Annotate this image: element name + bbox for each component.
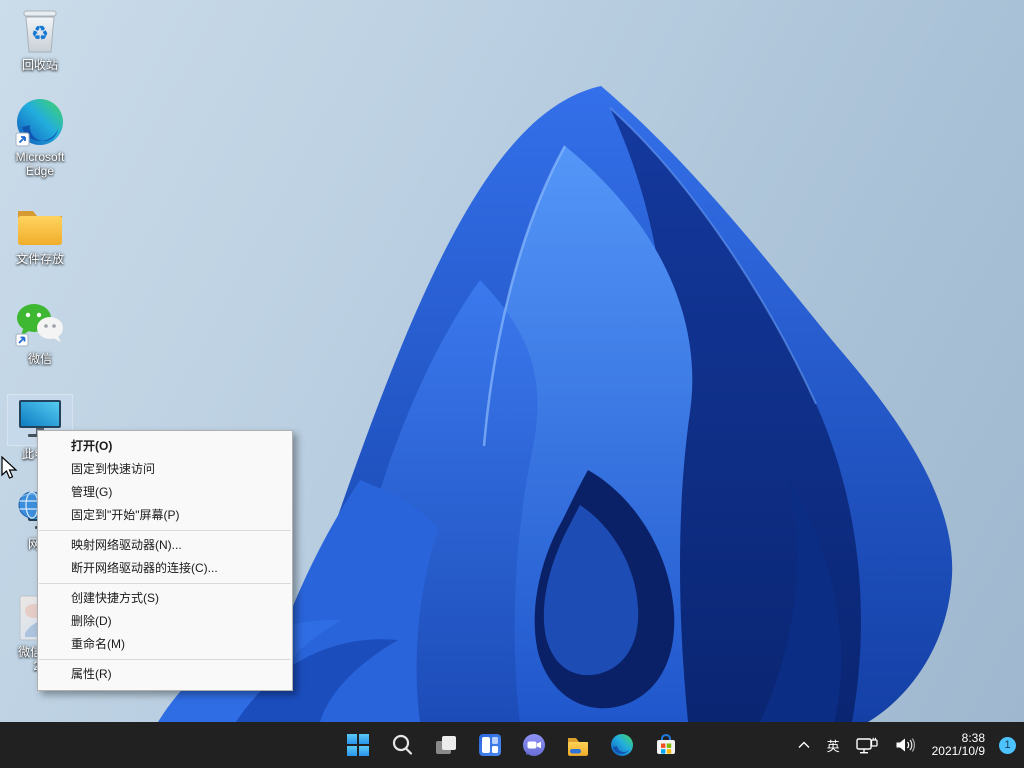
recycle-bin-icon: ♻ <box>18 8 62 54</box>
file-explorer-icon <box>566 733 590 757</box>
menu-item-properties[interactable]: 属性(R) <box>38 663 292 686</box>
tray-date: 2021/10/9 <box>932 745 985 758</box>
menu-item-manage[interactable]: 管理(G) <box>38 481 292 504</box>
widgets-icon <box>478 733 502 757</box>
microsoft-store-button[interactable] <box>648 727 684 763</box>
menu-item-rename[interactable]: 重命名(M) <box>38 633 292 656</box>
menu-separator <box>39 530 291 531</box>
task-view-icon <box>434 733 458 757</box>
wechat-icon <box>14 301 66 349</box>
menu-item-pin-quick-access[interactable]: 固定到快速访问 <box>38 458 292 481</box>
taskbar: 英 8:38 <box>0 722 1024 768</box>
chat-button[interactable] <box>516 727 552 763</box>
desktop-icon-label: 回收站 <box>22 58 58 72</box>
desktop-icon-edge[interactable]: Microsoft Edge <box>2 98 78 178</box>
edge-taskbar-button[interactable] <box>604 727 640 763</box>
windows-logo-icon <box>346 733 370 757</box>
menu-item-create-shortcut[interactable]: 创建快捷方式(S) <box>38 587 292 610</box>
chat-icon <box>522 733 546 757</box>
search-button[interactable] <box>384 727 420 763</box>
mouse-cursor <box>0 456 20 485</box>
clock[interactable]: 8:38 2021/10/9 <box>928 729 989 761</box>
system-tray: 英 8:38 <box>794 722 1016 768</box>
menu-separator <box>39 583 291 584</box>
speaker-icon <box>895 737 915 753</box>
notification-badge[interactable]: 1 <box>999 737 1016 754</box>
network-tray-button[interactable] <box>853 733 882 758</box>
ethernet-icon <box>856 737 879 754</box>
menu-item-disconnect-network-drive[interactable]: 断开网络驱动器的连接(C)... <box>38 557 292 580</box>
taskbar-center-group <box>340 722 684 768</box>
menu-item-map-network-drive[interactable]: 映射网络驱动器(N)... <box>38 534 292 557</box>
menu-item-open[interactable]: 打开(O) <box>38 435 292 458</box>
file-explorer-button[interactable] <box>560 727 596 763</box>
ime-indicator[interactable]: 英 <box>824 732 843 759</box>
desktop-icon-label: 微信 <box>28 352 52 366</box>
desktop-icon-label: 文件存放 <box>16 252 64 266</box>
edge-icon <box>610 733 634 757</box>
menu-separator <box>39 659 291 660</box>
desktop-icon-label: Microsoft Edge <box>2 150 78 178</box>
volume-tray-button[interactable] <box>892 733 918 757</box>
start-button[interactable] <box>340 727 376 763</box>
chevron-up-icon <box>797 740 811 750</box>
desktop-icon-wechat[interactable]: 微信 <box>2 300 78 366</box>
task-view-button[interactable] <box>428 727 464 763</box>
context-menu: 打开(O) 固定到快速访问 管理(G) 固定到"开始"屏幕(P) 映射网络驱动器… <box>37 430 293 691</box>
menu-item-pin-to-start[interactable]: 固定到"开始"屏幕(P) <box>38 504 292 527</box>
desktop-icon-recycle-bin[interactable]: ♻ 回收站 <box>2 6 78 72</box>
search-icon <box>390 733 414 757</box>
menu-item-delete[interactable]: 删除(D) <box>38 610 292 633</box>
edge-icon <box>14 97 66 149</box>
svg-text:♻: ♻ <box>31 23 49 45</box>
folder-icon <box>15 203 65 247</box>
widgets-button[interactable] <box>472 727 508 763</box>
desktop: ♻ 回收站 Microsoft Edge <box>0 0 1024 768</box>
desktop-icon-files-folder[interactable]: 文件存放 <box>2 200 78 266</box>
tray-overflow-button[interactable] <box>794 736 814 754</box>
microsoft-store-icon <box>654 733 678 757</box>
